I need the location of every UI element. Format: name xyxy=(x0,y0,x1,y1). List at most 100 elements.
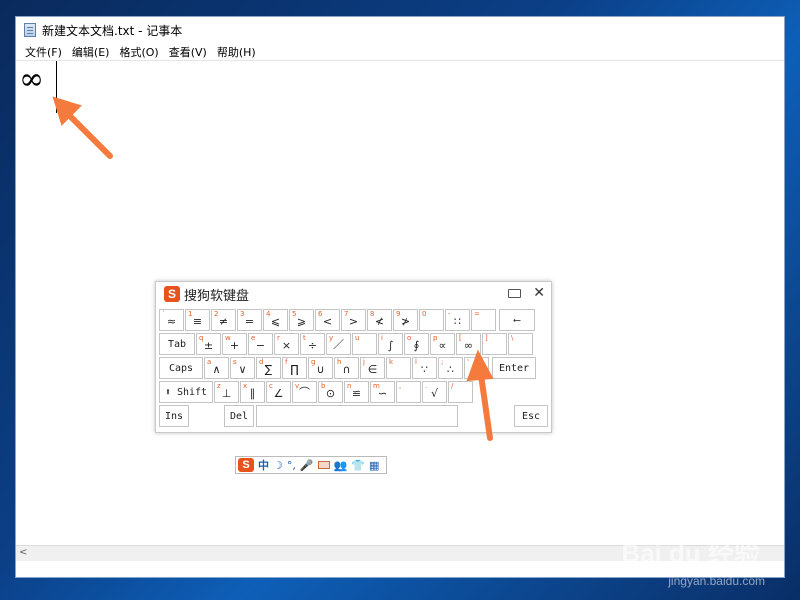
key-2[interactable]: 2 ≠ xyxy=(211,309,236,331)
menu-file[interactable]: 文件(F) xyxy=(20,44,67,60)
key-symbol: ⩽ xyxy=(270,315,281,328)
key-.[interactable]: . √ xyxy=(422,381,447,403)
key-shift-char: 0 xyxy=(422,310,427,318)
key-symbol: Caps xyxy=(168,363,194,374)
key-symbol: ∞ xyxy=(463,339,474,352)
ins-key[interactable]: Ins xyxy=(159,405,189,427)
key-m[interactable]: m ∽ xyxy=(370,381,395,403)
key-symbol: ± xyxy=(203,339,214,352)
key-z[interactable]: z ⊥ xyxy=(214,381,239,403)
key-x[interactable]: x ∥ xyxy=(240,381,265,403)
window-title: 新建文本文档.txt - 记事本 xyxy=(42,23,183,38)
key-[[interactable]: [∞ xyxy=(456,333,481,355)
menu-edit[interactable]: 编辑(E) xyxy=(67,44,115,60)
key-shift-char: \ xyxy=(511,334,514,342)
key--[interactable]: - ∷ xyxy=(445,309,470,331)
key-,[interactable]: , xyxy=(396,381,421,403)
key-symbol: ∠ xyxy=(273,387,284,400)
key-o[interactable]: o ∮ xyxy=(404,333,429,355)
tab-key[interactable]: Tab xyxy=(159,333,195,355)
key-4[interactable]: 4 ⩽ xyxy=(263,309,288,331)
moon-icon[interactable]: ☽ xyxy=(273,459,283,472)
scroll-left-icon[interactable]: < xyxy=(19,547,27,558)
menu-help[interactable]: 帮助(H) xyxy=(212,44,261,60)
key-b[interactable]: b ⊙ xyxy=(318,381,343,403)
menu-view[interactable]: 查看(V) xyxy=(164,44,212,60)
key-g[interactable]: g ∪ xyxy=(308,357,333,379)
key-][interactable]: ] xyxy=(482,333,507,355)
key-y[interactable]: y ／ xyxy=(326,333,351,355)
punctuation-icon[interactable]: °, xyxy=(287,459,296,472)
sogou-logo-icon[interactable]: S xyxy=(238,458,254,472)
key-8[interactable]: 8 ≮ xyxy=(367,309,392,331)
key-a[interactable]: a ∧ xyxy=(204,357,229,379)
key-c[interactable]: c ∠ xyxy=(266,381,291,403)
sogou-logo-icon: S xyxy=(164,286,180,302)
key-\[interactable]: \ xyxy=(508,333,533,355)
key-symbol: < xyxy=(322,315,333,328)
shift-key[interactable]: ⬆ Shift xyxy=(159,381,213,403)
key-p[interactable]: p ∝ xyxy=(430,333,455,355)
toolbox-icon[interactable]: ▦ xyxy=(369,459,379,472)
notepad-icon xyxy=(24,23,36,37)
chinese-mode-button[interactable]: 中 xyxy=(258,457,269,473)
key-t[interactable]: t ÷ xyxy=(300,333,325,355)
key-5[interactable]: 5 ⩾ xyxy=(289,309,314,331)
key-j[interactable]: j ∈ xyxy=(360,357,385,379)
key-3[interactable]: 3 = xyxy=(237,309,262,331)
backspace-key[interactable]: ⟵ xyxy=(499,309,535,331)
key-l[interactable]: l ∵ xyxy=(412,357,437,379)
close-icon[interactable]: ✕ xyxy=(533,285,545,301)
key-shift-char: k xyxy=(389,358,394,366)
key-i[interactable]: i ∫ xyxy=(378,333,403,355)
watermark-url: jingyan.baidu.com xyxy=(668,574,765,588)
key-'[interactable]: ' xyxy=(464,357,489,379)
key-symbol: √ xyxy=(430,387,438,400)
key-1[interactable]: 1 ≡ xyxy=(185,309,210,331)
key-k[interactable]: k xyxy=(386,357,411,379)
title-bar[interactable]: 新建文本文档.txt - 记事本 xyxy=(16,17,784,43)
key-symbol: ⟵ xyxy=(513,315,521,326)
key-shift-char: / xyxy=(451,382,454,390)
caps-key[interactable]: Caps xyxy=(159,357,203,379)
user-icon[interactable]: 👥 xyxy=(334,459,348,472)
soft-keyboard-header[interactable]: S 搜狗软键盘 ✕ xyxy=(156,282,551,306)
key-d[interactable]: d ∑ xyxy=(256,357,281,379)
key-r[interactable]: r × xyxy=(274,333,299,355)
key-=[interactable]: = xyxy=(471,309,496,331)
key-n[interactable]: n ≌ xyxy=(344,381,369,403)
esc-key[interactable]: Esc xyxy=(514,405,548,427)
key-symbol: = xyxy=(244,315,255,328)
key-0[interactable]: 0 xyxy=(419,309,444,331)
soft-keyboard-icon[interactable] xyxy=(317,461,330,469)
key-6[interactable]: 6 < xyxy=(315,309,340,331)
key-q[interactable]: q ± xyxy=(196,333,221,355)
key-symbol: ⊙ xyxy=(325,387,336,400)
key-h[interactable]: h ∩ xyxy=(334,357,359,379)
key-s[interactable]: s ∨ xyxy=(230,357,255,379)
menu-format[interactable]: 格式(O) xyxy=(114,44,163,60)
key-symbol: ∧ xyxy=(212,363,221,376)
key-symbol: ∨ xyxy=(238,363,247,376)
key-symbol: ∵ xyxy=(421,363,428,376)
key-w[interactable]: w + xyxy=(222,333,247,355)
del-key[interactable]: Del xyxy=(224,405,254,427)
key-9[interactable]: 9 ≯ xyxy=(393,309,418,331)
space-key[interactable] xyxy=(256,405,458,427)
key-7[interactable]: 7 > xyxy=(341,309,366,331)
key-;[interactable]: ; ∴ xyxy=(438,357,463,379)
key-/[interactable]: / xyxy=(448,381,473,403)
enter-key[interactable]: Enter xyxy=(492,357,536,379)
skin-icon[interactable]: 👕 xyxy=(351,459,365,472)
key-symbol: + xyxy=(229,339,240,352)
microphone-icon[interactable]: 🎤 xyxy=(300,459,314,472)
key-f[interactable]: f ∏ xyxy=(282,357,307,379)
key-symbol: ⩾ xyxy=(296,315,307,328)
key-symbol: ∩ xyxy=(342,363,351,376)
key-u[interactable]: u xyxy=(352,333,377,355)
key-v[interactable]: v ⌒ xyxy=(292,381,317,403)
key-`[interactable]: ` ≈ xyxy=(159,309,184,331)
keyboard-icon[interactable] xyxy=(508,289,521,298)
key-symbol: ∑ xyxy=(264,363,273,376)
key-e[interactable]: e − xyxy=(248,333,273,355)
